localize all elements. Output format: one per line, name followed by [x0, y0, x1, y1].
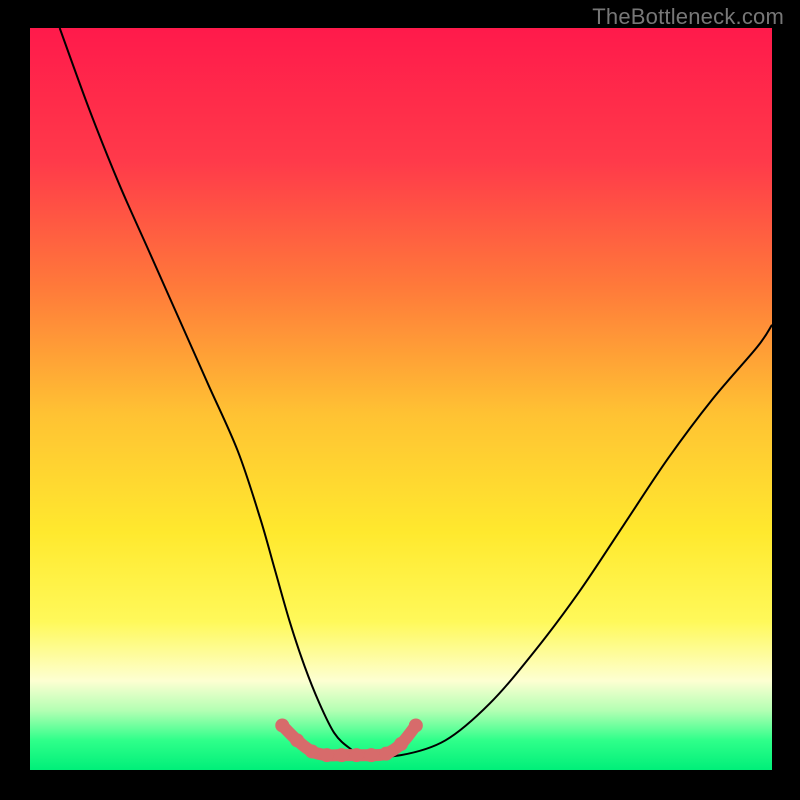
emphasis-dot	[364, 748, 378, 762]
emphasis-dot	[290, 733, 304, 747]
emphasis-dot	[320, 748, 334, 762]
emphasis-dot	[335, 748, 349, 762]
gradient-background	[30, 28, 772, 770]
bottleneck-chart	[0, 0, 800, 800]
emphasis-dot	[394, 737, 408, 751]
emphasis-dot	[275, 718, 289, 732]
emphasis-dot	[409, 718, 423, 732]
watermark-text: TheBottleneck.com	[592, 4, 784, 30]
emphasis-dot	[305, 744, 319, 758]
emphasis-dot	[349, 748, 363, 762]
emphasis-dot	[379, 747, 393, 761]
chart-frame: TheBottleneck.com	[0, 0, 800, 800]
